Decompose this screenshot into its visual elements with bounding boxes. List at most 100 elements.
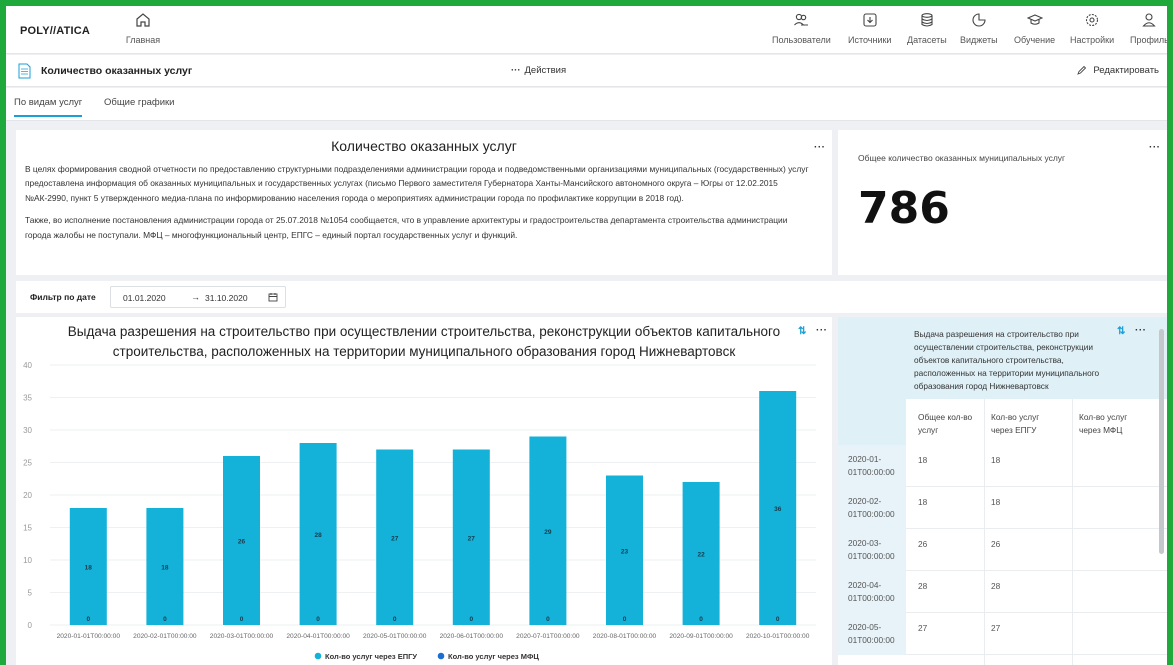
column-header-epgu[interactable]: Кол-во услуг через ЕПГУ — [991, 411, 1061, 436]
nav-learning[interactable]: Обучение — [1014, 12, 1055, 45]
more-icon: ··· — [511, 65, 521, 76]
sort-icon[interactable]: ⇅ — [798, 326, 806, 337]
nav-datasets-label: Датасеты — [907, 35, 947, 45]
mfc-value-label: 0 — [699, 616, 703, 623]
top-navigation: POLY//ATICA Главная Пользователи Источни… — [6, 6, 1167, 54]
arrow-right-icon: → — [191, 292, 200, 302]
y-tick-label: 20 — [23, 491, 32, 500]
legend-marker — [314, 652, 322, 660]
nav-settings[interactable]: Настройки — [1070, 12, 1114, 45]
description-title: Количество оказанных услуг — [331, 138, 517, 154]
x-tick-label: 2020-08-01T00:00:00 — [593, 633, 657, 640]
column-header-mfc[interactable]: Кол-во услуг через МФЦ — [1079, 411, 1149, 436]
table-title: Выдача разрешения на строительство при о… — [914, 329, 1100, 391]
mfc-value-label: 0 — [163, 616, 167, 623]
mfc-value-label: 0 — [469, 616, 473, 623]
widgets-icon — [972, 13, 986, 27]
actions-menu-button[interactable]: ··· Действия — [511, 65, 566, 76]
cell-epgu: 18 — [991, 497, 1001, 507]
calendar-icon[interactable] — [268, 292, 278, 302]
x-tick-label: 2020-09-01T00:00:00 — [669, 633, 733, 640]
legend-marker — [437, 652, 445, 660]
mfc-value-label: 0 — [240, 616, 244, 623]
tab-by-service-type[interactable]: По видам услуг — [14, 97, 83, 117]
cell-total: 18 — [918, 455, 928, 465]
table-menu-icon[interactable]: ··· — [1135, 325, 1147, 336]
y-tick-label: 35 — [23, 394, 32, 403]
row-date: 2020-05-01T00:00:00 — [848, 622, 895, 645]
row-date: 2020-01-01T00:00:00 — [848, 454, 895, 477]
cell-epgu: 28 — [991, 581, 1001, 591]
mfc-value-label: 0 — [316, 616, 320, 623]
app-logo[interactable]: POLY//ATICA — [20, 25, 90, 37]
table-row[interactable]: 2020-02-01T00:00:00 18 18 — [838, 487, 1167, 529]
chart-title-line-2: строительства, расположенных на территор… — [112, 344, 736, 359]
x-tick-label: 2020-07-01T00:00:00 — [516, 633, 580, 640]
table-row[interactable]: 2020-04-01T00:00:00 28 28 — [838, 571, 1167, 613]
column-header-total[interactable]: Общее кол-во услуг — [918, 411, 978, 436]
row-date: 2020-02-01T00:00:00 — [848, 496, 895, 519]
column-divider — [1072, 399, 1073, 665]
description-text: В целях формирования сводной отчетности … — [25, 162, 815, 250]
profile-icon — [1142, 13, 1157, 27]
nav-datasets[interactable]: Датасеты — [907, 12, 947, 45]
sources-icon — [863, 13, 877, 27]
bar-value-label: 27 — [391, 535, 399, 542]
table-row[interactable]: 2020-03-01T00:00:00 26 26 — [838, 529, 1167, 571]
table-sort-icon[interactable]: ⇅ — [1117, 326, 1125, 337]
actions-label: Действия — [524, 65, 567, 76]
bar-chart: 0 5 10 15 20 25 30 35 40 18 0 2020-01-01T00:00:00 18… — [23, 361, 816, 661]
date-to-value[interactable]: 31.10.2020 — [205, 293, 248, 303]
bar-value-label: 27 — [468, 535, 476, 542]
nav-users[interactable]: Пользователи — [772, 12, 831, 45]
x-tick-label: 2020-02-01T00:00:00 — [133, 633, 197, 640]
x-tick-label: 2020-03-01T00:00:00 — [210, 633, 274, 640]
pencil-icon — [1077, 65, 1087, 75]
date-from-value[interactable]: 01.01.2020 — [123, 293, 166, 303]
bar-chart-card: 0 5 10 15 20 25 30 35 40 18 0 2020-01-01T00:00:00 18… — [16, 317, 832, 665]
mfc-value-label: 0 — [393, 616, 397, 623]
tab-bar: По видам услуг Общие графики — [6, 88, 1167, 121]
home-icon — [136, 13, 150, 27]
date-range-picker[interactable]: 01.01.2020 → 31.10.2020 — [110, 286, 286, 308]
bar-value-label: 36 — [774, 506, 782, 513]
date-filter-label: Фильтр по дате — [30, 292, 96, 302]
tab-general-charts[interactable]: Общие графики — [104, 97, 175, 115]
legend-label: Кол-во услуг через ЕПГУ — [325, 652, 417, 661]
legend-label: Кол-во услуг через МФЦ — [448, 652, 539, 661]
y-tick-label: 15 — [23, 524, 32, 533]
nav-profile[interactable]: Профиль — [1130, 12, 1167, 45]
table-row[interactable]: 2020-05-01T00:00:00 27 27 — [838, 613, 1167, 655]
bar-value-label: 23 — [621, 548, 629, 555]
cell-total: 18 — [918, 497, 928, 507]
chart-title: Выдача разрешения на строительство при о… — [56, 322, 792, 362]
datasets-icon — [921, 13, 933, 27]
kpi-menu-icon[interactable]: ··· — [1149, 142, 1161, 153]
y-tick-label: 10 — [23, 556, 32, 565]
data-table-card: Выдача разрешения на строительство при о… — [838, 317, 1167, 665]
mfc-value-label: 0 — [546, 616, 550, 623]
bar-value-label: 18 — [85, 565, 93, 572]
row-date: 2020-03-01T00:00:00 — [848, 538, 895, 561]
x-tick-label: 2020-04-01T00:00:00 — [286, 633, 350, 640]
kpi-card: Общее количество оказанных муниципальных… — [838, 130, 1167, 275]
y-tick-label: 5 — [28, 589, 33, 598]
row-date: 2020-04-01T00:00:00 — [848, 580, 895, 603]
table-row[interactable]: 2020-01-01T00:00:00 18 18 — [838, 445, 1167, 487]
chart-menu-icon[interactable]: ··· — [816, 325, 828, 336]
y-tick-label: 25 — [23, 459, 32, 468]
bar-value-label: 29 — [544, 529, 552, 536]
page-title: Количество оказанных услуг — [41, 65, 193, 77]
cell-epgu: 27 — [991, 623, 1001, 633]
description-menu-icon[interactable]: ··· — [814, 142, 826, 153]
edit-button[interactable]: Редактировать — [1077, 65, 1159, 76]
nav-widgets[interactable]: Виджеты — [960, 12, 998, 45]
nav-sources[interactable]: Источники — [848, 12, 891, 45]
edit-label: Редактировать — [1093, 65, 1159, 76]
date-filter-bar: Фильтр по дате 01.01.2020 → 31.10.2020 — [16, 281, 1167, 313]
bar-value-label: 22 — [697, 552, 705, 559]
nav-home[interactable]: Главная — [118, 12, 168, 45]
cell-epgu: 26 — [991, 539, 1001, 549]
cell-total: 26 — [918, 539, 928, 549]
table-scrollbar[interactable] — [1159, 329, 1164, 554]
